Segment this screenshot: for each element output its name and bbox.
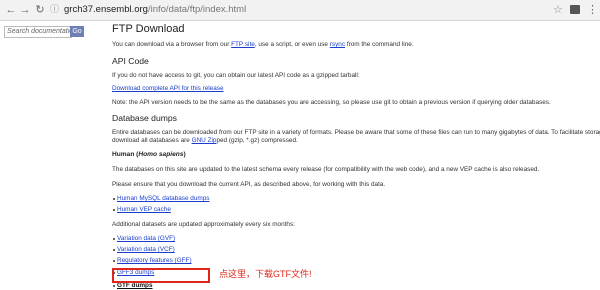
annotation-text: 点这里，下载GTF文件! bbox=[219, 269, 312, 279]
database-dumps-heading: Database dumps bbox=[112, 113, 177, 123]
back-icon[interactable]: ← bbox=[4, 3, 18, 17]
ftp-site-link[interactable]: FTP site bbox=[231, 41, 255, 48]
info-icon[interactable]: ⓘ bbox=[50, 4, 60, 15]
menu-icon[interactable]: ⋮ bbox=[587, 3, 598, 17]
human-heading: Human (Homo sapiens) bbox=[112, 151, 186, 158]
list-item: Regulatory features (GFF) bbox=[113, 257, 192, 265]
dumps-text-1: Entire databases can be downloaded from … bbox=[112, 129, 600, 136]
url-path: /info/data/ftp/index.html bbox=[147, 4, 247, 15]
human-mysql-link[interactable]: Human MySQL database dumps bbox=[117, 195, 209, 202]
list-item: Human MySQL database dumps bbox=[112, 195, 209, 203]
human-text-1: The databases on this site are updated t… bbox=[112, 166, 540, 173]
page-title: FTP Download bbox=[112, 23, 185, 35]
reload-icon[interactable]: ↻ bbox=[33, 3, 47, 17]
download-api-link[interactable]: Download complete API for this release bbox=[112, 85, 224, 93]
list-item: Variation data (VCF) bbox=[113, 246, 175, 254]
rsync-link[interactable]: rsync bbox=[330, 41, 345, 48]
highlight-box bbox=[112, 268, 210, 283]
forward-icon[interactable]: → bbox=[18, 3, 32, 17]
list-item: Variation data (GVF) bbox=[112, 235, 175, 243]
list-item: GTF dumps bbox=[113, 282, 153, 290]
address-bar[interactable]: grch37.ensembl.org/info/data/ftp/index.h… bbox=[64, 3, 246, 17]
extension-icon[interactable] bbox=[570, 5, 580, 14]
intro-text: You can download via a browser from our … bbox=[112, 41, 414, 48]
variation-vcf-link[interactable]: Variation data (VCF) bbox=[117, 246, 175, 253]
regulatory-gff-link[interactable]: Regulatory features (GFF) bbox=[117, 257, 192, 264]
url-host: grch37.ensembl.org bbox=[64, 4, 148, 15]
api-text: If you do not have access to git, you ca… bbox=[112, 72, 360, 79]
gnu-zip-link[interactable]: GNU Zip bbox=[192, 137, 217, 144]
api-note: Note: the API version needs to be the sa… bbox=[112, 99, 551, 106]
list-item: Human VEP cache bbox=[113, 206, 171, 214]
bookmark-star-icon[interactable]: ☆ bbox=[553, 3, 563, 17]
additional-text: Additional datasets are updated approxim… bbox=[112, 221, 295, 228]
go-button[interactable]: Go bbox=[70, 26, 84, 37]
search-input[interactable]: Search documentation bbox=[4, 26, 72, 38]
human-text-2: Please ensure that you download the curr… bbox=[112, 181, 386, 188]
browser-toolbar: ← → ↻ ⓘ grch37.ensembl.org/info/data/ftp… bbox=[0, 0, 600, 21]
variation-gvf-link[interactable]: Variation data (GVF) bbox=[117, 235, 175, 242]
human-vep-link[interactable]: Human VEP cache bbox=[117, 206, 171, 213]
api-heading: API Code bbox=[112, 56, 149, 66]
gtf-dumps-link[interactable]: GTF dumps bbox=[117, 282, 153, 289]
dumps-text-2: download all databases are GNU Zipped (g… bbox=[112, 137, 298, 144]
